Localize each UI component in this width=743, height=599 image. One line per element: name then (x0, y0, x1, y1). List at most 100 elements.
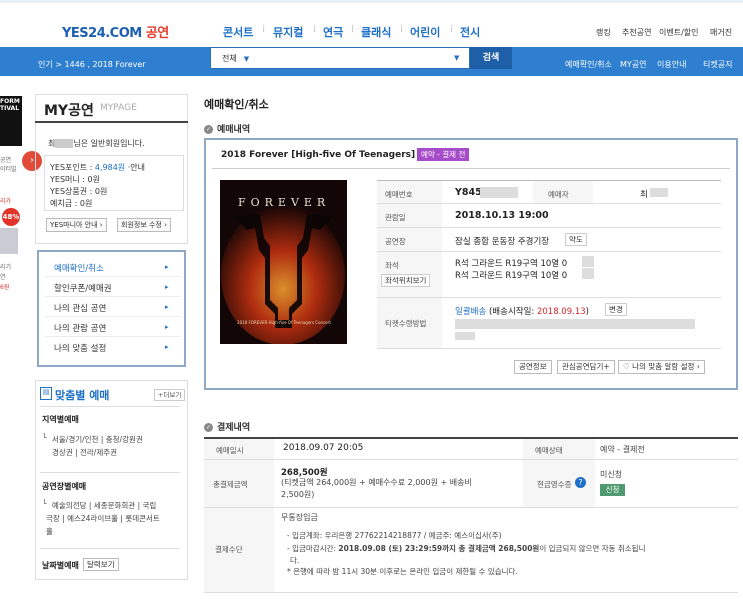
seat-info: R석 그라운드 R19구역 10열 0 (455, 271, 568, 281)
gnb-musical[interactable]: 뮤지컬 (273, 24, 303, 40)
ship-suffix: ) (585, 307, 589, 317)
mypage-title: MY공연 (44, 103, 94, 119)
gnb-kids[interactable]: 어린이 (410, 24, 440, 40)
region-links[interactable]: 서울/경기/인천 | 충청/강원권 (52, 434, 143, 445)
link-notice[interactable]: 티켓공지 (703, 59, 732, 70)
date-label: 관람일 (385, 213, 406, 222)
show-date: 2018.10.13 19:00 (455, 210, 549, 221)
chevron-right-icon: ▸ (165, 303, 169, 311)
ship-date: 2018.09.13 (536, 307, 586, 317)
change-delivery-button[interactable]: 변경 (605, 303, 627, 316)
menu-coupon[interactable]: 할인쿠폰/예매권 (54, 282, 112, 294)
yes-point: YES포인트 : 4,984원 ·안내 (50, 162, 145, 173)
gnb-sep: ⁞ (400, 24, 404, 35)
point-value: 4,984원 (94, 163, 126, 172)
divider (40, 548, 180, 549)
deadline-note: - 입금마감시간: 2018.09.08 (토) 23:29:59까지 총 결제… (287, 543, 645, 554)
more-button[interactable]: +더보기 (154, 389, 186, 401)
search-category-select[interactable]: 전체 ▼ (222, 53, 249, 64)
menu-interest[interactable]: 나의 관심 공연 (54, 302, 106, 314)
resv-no: Y845 (455, 187, 482, 198)
util-ranking[interactable]: 랭킹 (596, 27, 611, 38)
yes-giftcard: YES상품권 : 0원 (50, 186, 107, 197)
page-title: 예매확인/취소 (204, 98, 269, 111)
link-reservation[interactable]: 예매확인/취소 (565, 59, 612, 70)
greeting-prefix: 최 (48, 139, 56, 148)
divider (45, 336, 180, 337)
gnb-classic[interactable]: 클래식 (361, 24, 391, 40)
edit-profile-button[interactable]: 회원정보 수정 › (117, 218, 171, 232)
menu-reservation[interactable]: 예매확인/취소 (54, 262, 104, 274)
section-label: 결제내역 (217, 423, 251, 433)
site-logo[interactable]: YES24.COM 공연 (62, 22, 169, 41)
add-interest-button[interactable]: 관심공연담기+ (557, 360, 615, 374)
alarm-setting-button[interactable]: ♡ 나의 맞춤 알람 설정 › (618, 360, 705, 374)
payment-section-title: ✓ 결제내역 (204, 420, 250, 433)
top-line (0, 0, 743, 3)
masked-value (582, 268, 594, 279)
delivery-method[interactable]: 일괄배송 (455, 307, 486, 317)
divider (45, 316, 180, 317)
gnb-concert[interactable]: 콘서트 (223, 24, 253, 40)
chevron-right-icon: ▸ (165, 283, 169, 291)
point-guide-link[interactable]: ·안내 (125, 163, 145, 172)
reservation-section-title: ✓ 예매내역 (204, 122, 250, 135)
venue-links[interactable]: 극장 | 예스24라이브홀 | 롯데콘서트 (46, 513, 160, 524)
greeting-suffix: 님은 일반회원입니다. (73, 139, 145, 148)
side-ad-thumbnail[interactable] (0, 228, 18, 254)
ship-prefix: (배송시작일: (486, 307, 537, 317)
receipt-apply-button[interactable]: 신청 (600, 484, 625, 496)
total-breakdown: (티켓금액 264,000원 + 예매수수료 2,000원 + 배송비 (281, 478, 472, 487)
region-links[interactable]: 경상권 | 전라/제주권 (52, 447, 117, 458)
search-category-value: 전체 (222, 54, 237, 63)
masked-value (650, 188, 668, 197)
divider (204, 592, 738, 593)
poster-subtitle: 2018 FOREVER High-five Of Teenagers Conc… (237, 320, 331, 325)
show-info-button[interactable]: 공연정보 (514, 360, 552, 374)
ticket-icon: ▤ (40, 387, 52, 400)
venue-title: 공연장별예매 (42, 482, 87, 491)
menu-settings[interactable]: 나의 맞춤 설정 (54, 342, 106, 354)
note-emphasis: 2018.09.08 (토) 23:29:59까지 총 결제금액 268,500… (338, 544, 540, 553)
link-mypage[interactable]: MY공연 (620, 59, 647, 70)
venue-links[interactable]: 예술의전당 | 세종문화회관 | 국립 (52, 500, 156, 511)
gnb-play[interactable]: 연극 (323, 24, 343, 40)
gnb-sep: ⁞ (450, 24, 454, 35)
search-button[interactable]: 검색 (470, 47, 512, 69)
bank-limit-note: * 은행에 따라 밤 11시 30분 이후로는 온라인 입금이 제한될 수 있습… (287, 567, 518, 576)
seat-position-button[interactable]: 좌석위치보기 (381, 274, 431, 287)
util-magazine[interactable]: 매거진 (710, 27, 732, 38)
link-guide[interactable]: 이용안내 (657, 59, 686, 70)
side-ad-text: 연 (0, 274, 6, 281)
show-title[interactable]: 2018 Forever [High-five Of Teenagers] .. (221, 150, 425, 160)
calendar-button[interactable]: 달력보기 (83, 558, 119, 571)
mania-guide-button[interactable]: YES마니아 안내 › (46, 218, 107, 232)
logo-text: YES24.COM (62, 26, 142, 41)
point-label: YES상품권 : (50, 187, 95, 196)
check-icon: ✓ (204, 423, 213, 432)
help-icon[interactable]: ? (575, 477, 586, 488)
resv-no-label: 예매번호 (385, 190, 413, 199)
point-value: 0원 (79, 199, 93, 208)
search-dropdown-icon[interactable]: ▼ (454, 54, 459, 62)
date-title: 날짜별예매 (42, 561, 79, 570)
divider (35, 121, 188, 123)
note-suffix: 이 입금되지 않으면 자동 취소됩니 (539, 544, 646, 553)
gnb-sep: ⁞ (351, 24, 355, 35)
menu-watched[interactable]: 나의 관람 공연 (54, 322, 106, 334)
side-banner-caption: 이티빌 (0, 166, 17, 173)
venue-label: 공연장 (385, 237, 406, 246)
point-value: 0원 (87, 175, 100, 184)
logo-suffix: 공연 (145, 26, 169, 41)
bell-icon: ♡ (623, 362, 633, 371)
map-button[interactable]: 약도 (565, 233, 587, 246)
venue-links[interactable]: 홀 (46, 526, 53, 537)
divider (204, 507, 738, 508)
breadcrumb[interactable]: 인기 > 1446 , 2018 Forever (38, 59, 146, 70)
util-event[interactable]: 이벤트/할인 (659, 27, 699, 38)
gnb-exhibit[interactable]: 전시 (460, 24, 480, 40)
side-ad-text: 리가 (0, 198, 12, 205)
masked-address (455, 332, 475, 340)
chevron-down-icon: ▼ (239, 55, 250, 63)
util-recommend[interactable]: 추천공연 (622, 27, 651, 38)
